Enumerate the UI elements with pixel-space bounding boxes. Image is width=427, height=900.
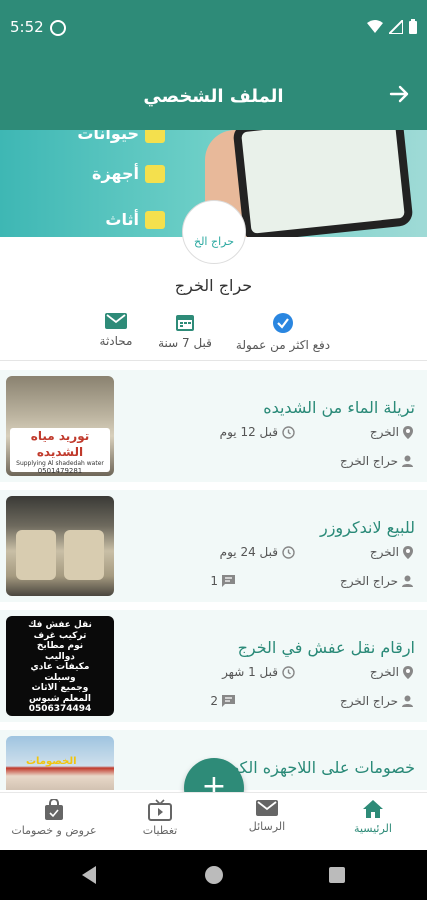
listing-image bbox=[6, 496, 114, 596]
dnd-icon bbox=[50, 20, 66, 36]
animals-icon bbox=[145, 130, 165, 143]
nav-home[interactable]: الرئيسية bbox=[323, 799, 423, 835]
banner-row-animals: حيوانات bbox=[77, 130, 165, 143]
clock-icon bbox=[282, 425, 295, 439]
listing-image: توريد مياه الشديده Supplying Al shadedah… bbox=[6, 376, 114, 476]
person-icon bbox=[402, 455, 413, 467]
listing-card[interactable]: توريد مياه الشديده Supplying Al shadedah… bbox=[0, 370, 427, 482]
person-icon bbox=[402, 575, 413, 587]
comment-icon bbox=[222, 695, 235, 707]
listing-time: قبل 12 يوم bbox=[220, 425, 295, 439]
avatar-text: حراج الخ bbox=[193, 234, 235, 248]
listing-seller: حراج الخرج bbox=[340, 454, 413, 468]
clock-icon bbox=[282, 545, 295, 559]
location-pin-icon bbox=[403, 665, 413, 679]
person-icon bbox=[402, 695, 413, 707]
listing-image: نقل عفش فك تركيب غرف نوم مطابخ دواليب مك… bbox=[6, 616, 114, 716]
listing-city: الخرج bbox=[370, 425, 413, 439]
status-time: 5:52 bbox=[10, 18, 44, 36]
furniture-icon bbox=[145, 210, 165, 229]
mail-icon bbox=[105, 313, 127, 329]
listing-city: الخرج bbox=[370, 545, 413, 559]
avatar[interactable]: حراج الخ bbox=[182, 200, 246, 264]
calendar-icon bbox=[176, 315, 194, 331]
listing-title: للبيع لاندكروزر bbox=[319, 518, 415, 537]
bottom-nav: الرئيسية الرسائل تغطيات عروض و خصومات bbox=[0, 792, 427, 850]
battery-icon bbox=[409, 19, 417, 34]
system-recents-icon[interactable] bbox=[329, 867, 345, 883]
listings-list: توريد مياه الشديده Supplying Al shadedah… bbox=[0, 370, 427, 790]
listing-seller: حراج الخرج bbox=[340, 694, 413, 708]
water-sign-text: توريد مياه الشديده bbox=[30, 429, 90, 459]
system-home-icon[interactable] bbox=[205, 866, 223, 884]
stat-commission: دفع اكثر من عمولة bbox=[228, 312, 338, 352]
banner-row-devices: أجهزة bbox=[92, 164, 165, 183]
listing-time: قبل 24 يوم bbox=[220, 545, 295, 559]
location-pin-icon bbox=[403, 545, 413, 559]
listing-comments: 1 bbox=[210, 574, 235, 588]
tv-icon bbox=[148, 799, 172, 821]
page-title: الملف الشخصي bbox=[143, 86, 284, 107]
listing-seller: حراج الخرج bbox=[340, 574, 413, 588]
nav-messages[interactable]: الرسائل bbox=[217, 799, 317, 833]
location-pin-icon bbox=[403, 425, 413, 439]
system-nav-bar bbox=[0, 850, 427, 900]
listing-comments: 2 bbox=[210, 694, 235, 708]
profile-stats: دفع اكثر من عمولة قبل 7 سنة محادثة bbox=[0, 312, 427, 358]
banner-phone-image bbox=[232, 130, 414, 237]
nav-coverage[interactable]: تغطيات bbox=[110, 799, 210, 837]
system-back-icon[interactable] bbox=[82, 866, 96, 884]
nav-offers[interactable]: عروض و خصومات bbox=[4, 799, 104, 837]
listing-title: خصومات على اللاجهزه الكهربا bbox=[213, 758, 415, 777]
chat-button[interactable]: محادثة bbox=[88, 312, 144, 348]
banner-row-furniture: أثاث bbox=[105, 210, 165, 229]
signal-icon bbox=[389, 19, 403, 34]
mail-icon bbox=[256, 800, 278, 816]
stat-joined: قبل 7 سنة bbox=[155, 312, 215, 350]
listing-image: الخصومات bbox=[6, 736, 114, 790]
shopping-bag-icon bbox=[45, 799, 63, 820]
verified-icon bbox=[273, 313, 293, 333]
listing-city: الخرج bbox=[370, 665, 413, 679]
listing-time: قبل 1 شهر bbox=[222, 665, 295, 679]
back-arrow-icon[interactable] bbox=[389, 84, 409, 104]
clock-icon bbox=[282, 665, 295, 679]
devices-icon bbox=[145, 164, 165, 183]
listing-card[interactable]: نقل عفش فك تركيب غرف نوم مطابخ دواليب مك… bbox=[0, 610, 427, 722]
status-icons bbox=[367, 19, 417, 34]
wifi-icon bbox=[367, 20, 383, 33]
status-bar: 5:52 bbox=[0, 0, 427, 56]
comment-icon bbox=[222, 575, 235, 587]
listing-title: ارقام نقل عفش في الخرج bbox=[237, 638, 415, 657]
home-icon bbox=[363, 800, 383, 818]
app-bar: الملف الشخصي bbox=[0, 56, 427, 130]
moving-ad-text: نقل عفش فك تركيب غرف نوم مطابخ دواليب مك… bbox=[28, 620, 92, 714]
listing-card[interactable]: للبيع لاندكروزر الخرج قبل 24 يوم حراج ال… bbox=[0, 490, 427, 602]
divider bbox=[0, 360, 427, 361]
profile-name: حراج الخرج bbox=[174, 276, 253, 295]
listing-title: تريلة الماء من الشديده bbox=[263, 398, 415, 417]
